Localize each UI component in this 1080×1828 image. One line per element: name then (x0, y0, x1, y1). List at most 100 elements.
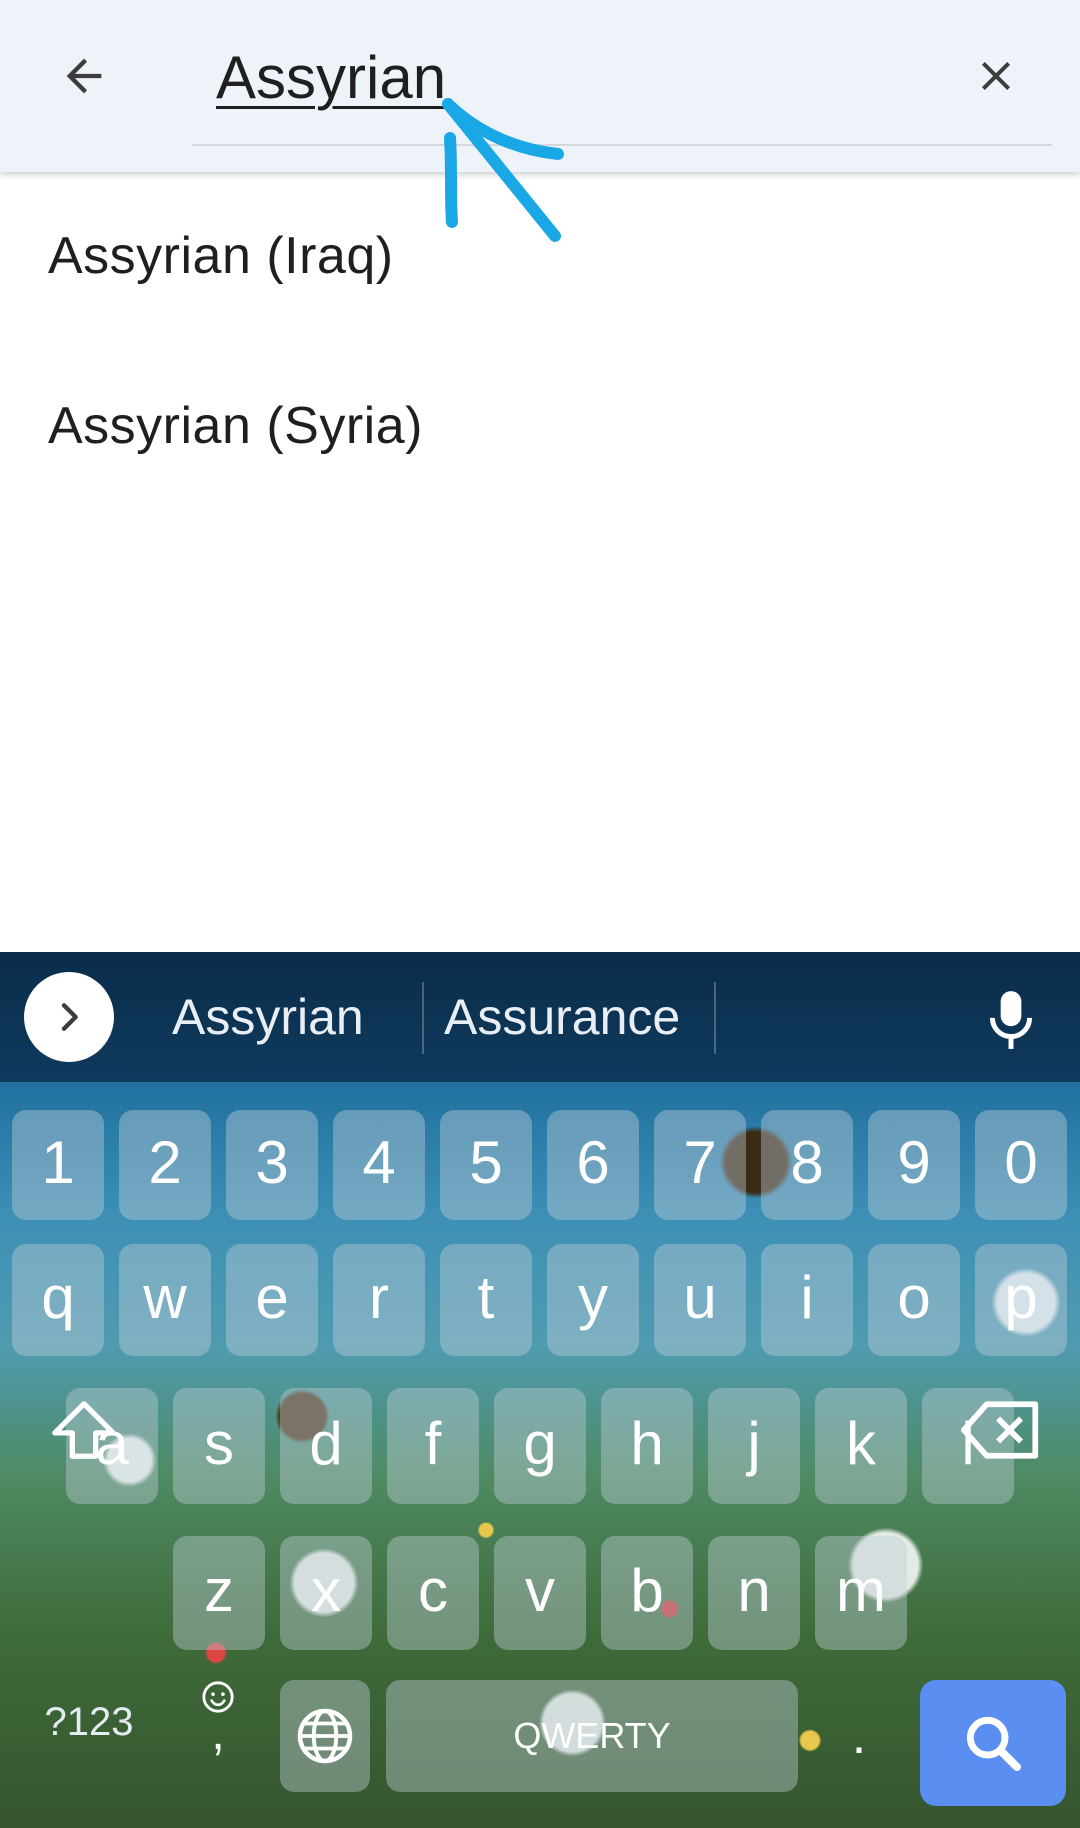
letter-key-z[interactable]: z (173, 1536, 265, 1650)
key-label: g (523, 1409, 557, 1477)
search-input-value: Assyrian (216, 44, 447, 111)
clear-search-button[interactable] (956, 36, 1036, 116)
voice-input-button[interactable] (976, 982, 1046, 1058)
search-header: Assyrian (0, 0, 1080, 172)
suggestion-bar: Assyrian Assurance (0, 952, 1080, 1082)
letter-key-m[interactable]: m (815, 1536, 907, 1650)
letter-key-q[interactable]: q (12, 1244, 104, 1356)
number-key-9[interactable]: 9 (868, 1110, 960, 1220)
microphone-icon (989, 991, 1033, 1049)
key-label: s (204, 1409, 234, 1477)
letter-key-h[interactable]: h (601, 1388, 693, 1504)
key-label: m (836, 1556, 886, 1624)
letter-key-x[interactable]: x (280, 1536, 372, 1650)
key-label: 5 (469, 1128, 503, 1196)
number-key-3[interactable]: 3 (226, 1110, 318, 1220)
number-key-1[interactable]: 1 (12, 1110, 104, 1220)
language-key[interactable] (280, 1680, 370, 1792)
key-label: d (309, 1409, 343, 1477)
letter-key-g[interactable]: g (494, 1388, 586, 1504)
key-label: q (41, 1263, 75, 1331)
letter-key-d[interactable]: d (280, 1388, 372, 1504)
key-label: n (737, 1556, 771, 1624)
key-label: y (578, 1263, 608, 1331)
key-label: 3 (255, 1128, 289, 1196)
period-key[interactable]: . (822, 1680, 896, 1792)
letter-key-v[interactable]: v (494, 1536, 586, 1650)
letter-key-w[interactable]: w (119, 1244, 211, 1356)
letter-key-e[interactable]: e (226, 1244, 318, 1356)
letter-key-s[interactable]: s (173, 1388, 265, 1504)
key-label: e (255, 1263, 289, 1331)
number-key-5[interactable]: 5 (440, 1110, 532, 1220)
letter-key-b[interactable]: b (601, 1536, 693, 1650)
letter-key-t[interactable]: t (440, 1244, 532, 1356)
number-key-2[interactable]: 2 (119, 1110, 211, 1220)
number-key-7[interactable]: 7 (654, 1110, 746, 1220)
on-screen-keyboard: Assyrian Assurance 1234567890qwertyuiopa… (0, 952, 1080, 1828)
suggestion-item[interactable]: Assyrian (172, 982, 364, 1052)
search-key[interactable] (920, 1680, 1066, 1806)
key-label: o (897, 1263, 931, 1331)
shift-icon (52, 1401, 116, 1459)
number-key-6[interactable]: 6 (547, 1110, 639, 1220)
letter-key-f[interactable]: f (387, 1388, 479, 1504)
key-label: v (525, 1556, 555, 1624)
globe-icon (297, 1708, 353, 1764)
key-label: w (143, 1263, 187, 1331)
chevron-right-icon (61, 1003, 78, 1031)
key-label: 7 (683, 1128, 717, 1196)
letter-key-r[interactable]: r (333, 1244, 425, 1356)
number-key-0[interactable]: 0 (975, 1110, 1067, 1220)
results-list: Assyrian (Iraq) Assyrian (Syria) (0, 172, 1080, 512)
backspace-icon (961, 1401, 1039, 1459)
key-label: 1 (41, 1128, 75, 1196)
symbols-key[interactable]: ?123 (34, 1684, 144, 1760)
suggestion-divider (714, 982, 716, 1054)
key-label: h (630, 1409, 664, 1477)
result-item-assyrian-syria[interactable]: Assyrian (Syria) (0, 342, 1080, 512)
key-label: u (683, 1263, 717, 1331)
letter-key-u[interactable]: u (654, 1244, 746, 1356)
search-input[interactable]: Assyrian (192, 28, 1052, 146)
number-key-4[interactable]: 4 (333, 1110, 425, 1220)
letter-key-c[interactable]: c (387, 1536, 479, 1650)
key-label: j (747, 1409, 761, 1477)
close-icon (982, 62, 1010, 90)
key-label: 9 (897, 1128, 931, 1196)
space-key[interactable]: QWERTY (386, 1680, 798, 1792)
key-label: z (204, 1556, 234, 1624)
letter-key-j[interactable]: j (708, 1388, 800, 1504)
key-label: i (800, 1263, 814, 1331)
key-label: p (1004, 1263, 1038, 1331)
key-label: 8 (790, 1128, 824, 1196)
key-label: 2 (148, 1128, 182, 1196)
suggestion-divider (422, 982, 424, 1054)
letter-key-n[interactable]: n (708, 1536, 800, 1650)
key-label: r (369, 1263, 389, 1331)
space-key-label: QWERTY (513, 1715, 671, 1756)
back-button[interactable] (44, 36, 124, 116)
letter-key-p[interactable]: p (975, 1244, 1067, 1356)
backspace-key[interactable] (946, 1372, 1056, 1488)
arrow-left-icon (66, 58, 102, 94)
period-key-label: . (851, 1707, 867, 1765)
key-label: 4 (362, 1128, 396, 1196)
key-label: x (311, 1556, 341, 1624)
number-key-8[interactable]: 8 (761, 1110, 853, 1220)
shift-key[interactable] (36, 1372, 132, 1488)
letter-key-k[interactable]: k (815, 1388, 907, 1504)
letter-key-i[interactable]: i (761, 1244, 853, 1356)
expand-toolbar-button[interactable] (24, 972, 114, 1062)
result-item-assyrian-iraq[interactable]: Assyrian (Iraq) (0, 172, 1080, 342)
key-label: f (424, 1409, 442, 1477)
key-label: t (477, 1263, 495, 1331)
suggestion-item[interactable]: Assurance (444, 982, 680, 1052)
comma-key[interactable]: , (190, 1652, 246, 1782)
key-label: k (846, 1409, 876, 1477)
key-label: b (630, 1556, 664, 1624)
result-label: Assyrian (Syria) (48, 397, 423, 455)
letter-key-o[interactable]: o (868, 1244, 960, 1356)
letter-key-y[interactable]: y (547, 1244, 639, 1356)
key-label: c (418, 1556, 448, 1624)
